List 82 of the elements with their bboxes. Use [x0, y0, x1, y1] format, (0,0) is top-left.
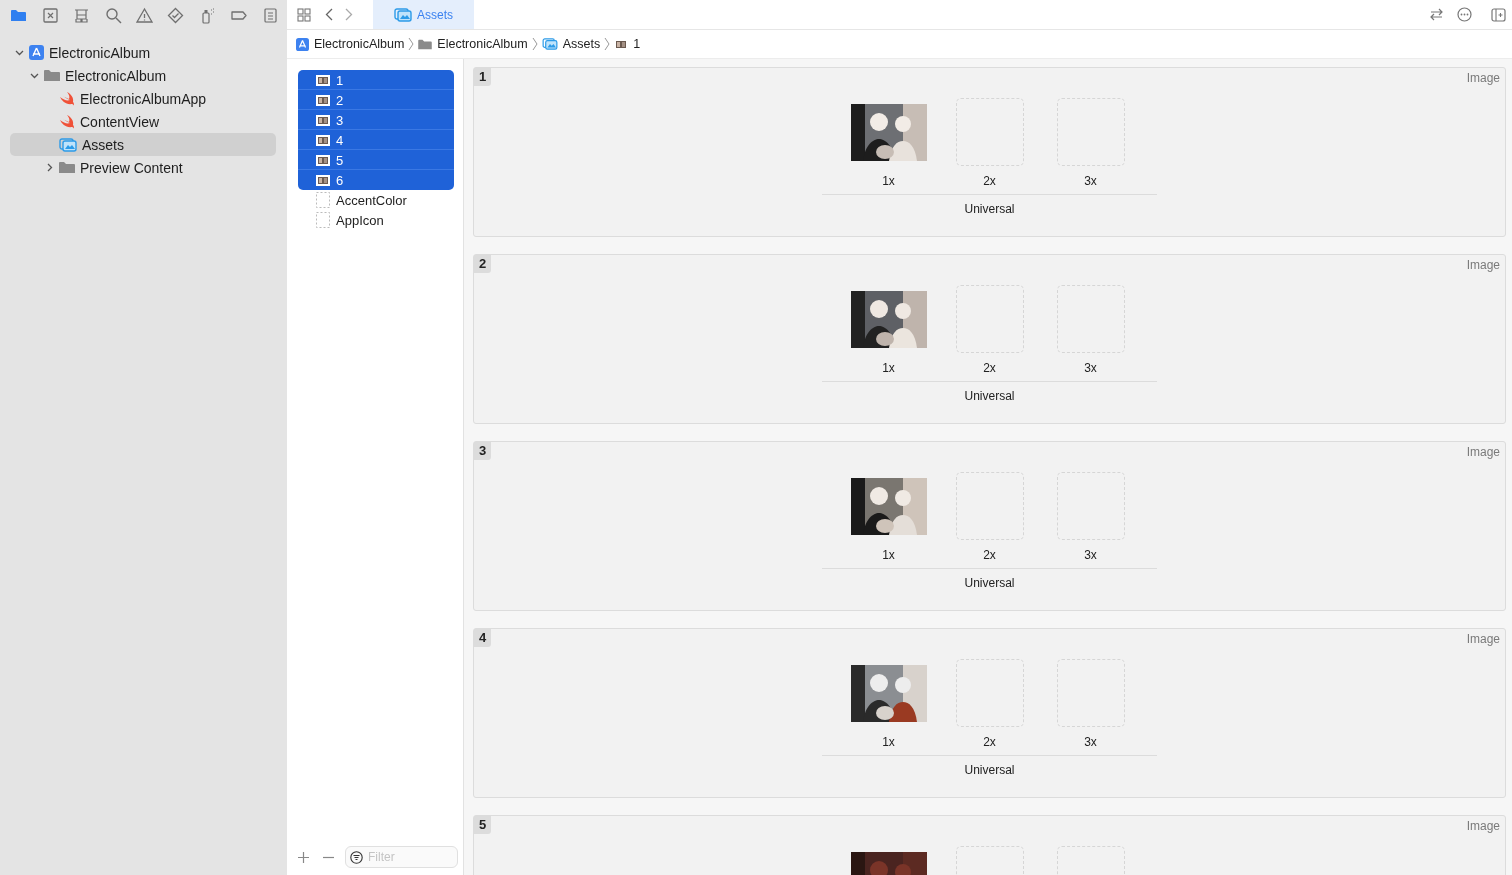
- scale-label: 2x: [983, 361, 996, 375]
- scale-label: 1x: [882, 548, 895, 562]
- search-icon: [104, 6, 122, 24]
- tree-item[interactable]: Assets: [10, 133, 276, 156]
- idiom-label: Universal: [964, 389, 1015, 403]
- sidebar-plus-icon: [1490, 7, 1506, 22]
- image-icon: [316, 174, 330, 186]
- tree-item[interactable]: Preview Content: [10, 156, 276, 179]
- color-swatch-icon: [316, 192, 330, 208]
- asset-list-item[interactable]: 3: [298, 110, 454, 130]
- idiom-label: Universal: [964, 576, 1015, 590]
- asset-type-label: Image: [1466, 632, 1500, 646]
- asset-set-name: 2: [474, 255, 492, 273]
- ellipsis-circle-icon: [1456, 7, 1472, 22]
- image-icon: [316, 94, 330, 106]
- scale-label: 3x: [1084, 361, 1097, 375]
- image-icon: [316, 74, 330, 86]
- asset-list-item[interactable]: 5: [298, 150, 454, 170]
- app-icon: [29, 45, 44, 60]
- asset-list-item[interactable]: 1: [298, 70, 454, 90]
- image-icon: [316, 114, 330, 126]
- asset-list-item[interactable]: 6: [298, 170, 454, 190]
- add-button[interactable]: [295, 849, 312, 865]
- filter-icon: [350, 851, 363, 864]
- scale-label: 1x: [882, 361, 895, 375]
- breadcrumb-separator-icon: [604, 37, 611, 51]
- asset-type-label: Image: [1466, 445, 1500, 459]
- image-icon: [614, 38, 629, 50]
- idiom-label: Universal: [964, 763, 1015, 777]
- assets-icon: [394, 7, 412, 22]
- asset-type-label: Image: [1466, 258, 1500, 272]
- diamond-check-icon: [167, 6, 185, 24]
- folder-icon: [59, 161, 75, 174]
- asset-list-item[interactable]: 2: [298, 90, 454, 110]
- swap-arrows-icon: [1428, 8, 1444, 21]
- breadcrumb-separator-icon: [531, 37, 538, 51]
- plus-icon: [298, 851, 309, 863]
- breadcrumb-item[interactable]: ElectronicAlbum: [418, 37, 528, 51]
- asset-type-label: Image: [1466, 819, 1500, 833]
- scale-label: 2x: [983, 735, 996, 749]
- warning-icon: [135, 6, 153, 24]
- scale-label: 3x: [1084, 548, 1097, 562]
- breadcrumb-item[interactable]: 1: [614, 37, 641, 51]
- scale-label: 1x: [882, 735, 895, 749]
- assets-icon: [59, 137, 77, 152]
- folder-icon: [44, 69, 60, 82]
- asset-set-name: 1: [474, 68, 492, 86]
- scale-label: 3x: [1084, 174, 1097, 188]
- assets-icon: [541, 38, 558, 50]
- hierarchy-icon: [73, 6, 91, 24]
- asset-set-name: 5: [474, 816, 492, 834]
- image-icon: [316, 134, 330, 146]
- breadcrumb-item[interactable]: Assets: [541, 37, 601, 51]
- asset-list-item[interactable]: AccentColor: [298, 190, 454, 210]
- idiom-label: Universal: [964, 202, 1015, 216]
- asset-list-item[interactable]: 4: [298, 130, 454, 150]
- scale-label: 1x: [882, 174, 895, 188]
- chevron-down-icon[interactable]: [29, 71, 39, 80]
- chevron-right-icon: [345, 8, 353, 21]
- asset-set-name: 4: [474, 629, 492, 647]
- tree-item[interactable]: ContentView: [10, 110, 276, 133]
- breadcrumb-item[interactable]: ElectronicAlbum: [296, 37, 405, 51]
- breadcrumb-separator-icon: [408, 37, 415, 51]
- asset-type-label: Image: [1466, 71, 1500, 85]
- report-icon: [261, 6, 279, 24]
- image-icon: [316, 154, 330, 166]
- tree-item[interactable]: ElectronicAlbum: [10, 64, 276, 87]
- scale-label: 2x: [983, 174, 996, 188]
- folder-icon: [418, 38, 433, 50]
- app-icon-placeholder-icon: [316, 212, 330, 228]
- tree-item[interactable]: ElectronicAlbum: [10, 41, 276, 64]
- chevron-left-icon: [325, 8, 333, 21]
- grid-icon: [297, 7, 311, 22]
- app-icon: [296, 37, 309, 51]
- scale-label: 2x: [983, 548, 996, 562]
- chevron-down-icon[interactable]: [14, 48, 24, 57]
- asset-set-name: 3: [474, 442, 492, 460]
- swift-icon: [59, 91, 75, 106]
- scale-label: 3x: [1084, 735, 1097, 749]
- swift-icon: [59, 114, 75, 129]
- asset-list-item[interactable]: AppIcon: [298, 210, 454, 230]
- tree-item[interactable]: ElectronicAlbumApp: [10, 87, 276, 110]
